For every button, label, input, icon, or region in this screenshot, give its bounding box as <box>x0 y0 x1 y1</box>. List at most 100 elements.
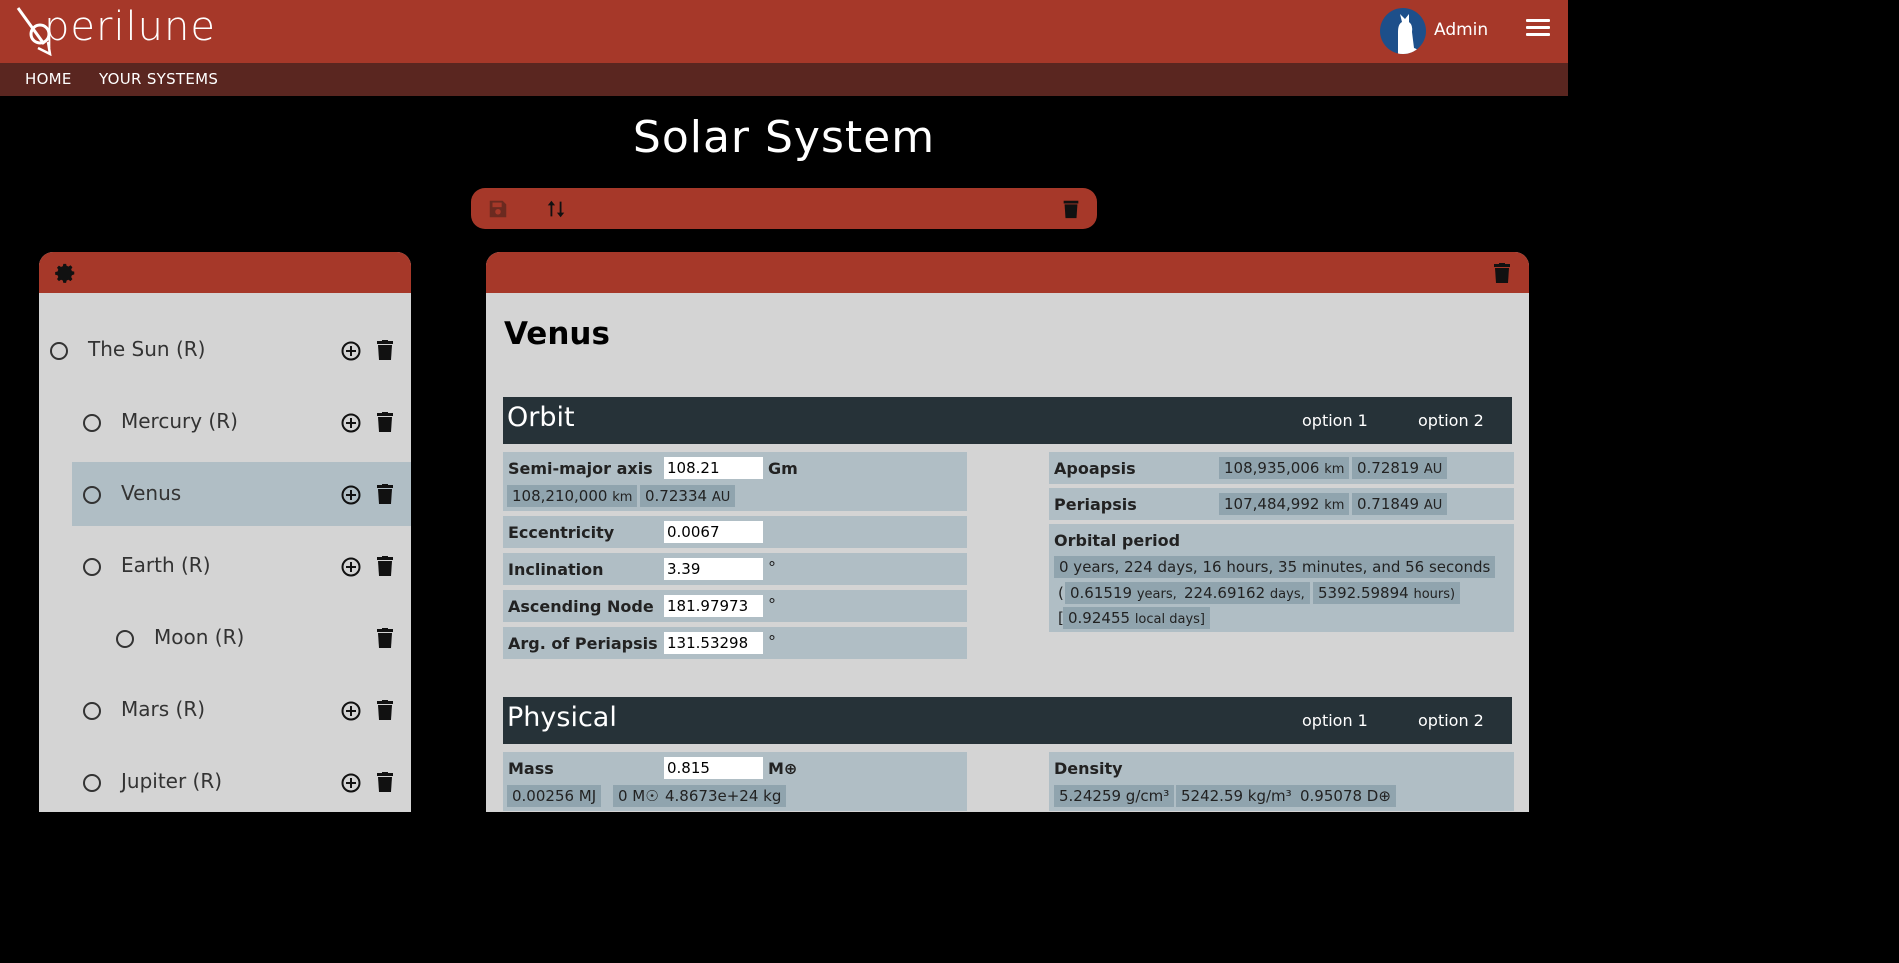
detail-panel-header <box>486 252 1529 293</box>
tree-panel-header <box>39 252 411 293</box>
value-chip: 0.72819 AU <box>1352 457 1448 479</box>
add-child-icon[interactable] <box>341 341 361 361</box>
tree-item-moon[interactable]: Moon (R) <box>39 606 411 670</box>
period-full-chip: 0 years, 224 days, 16 hours, 35 minutes,… <box>1054 556 1496 578</box>
radio-button[interactable] <box>116 630 134 648</box>
perilune-logo[interactable]: perilune <box>14 4 215 56</box>
radio-button[interactable] <box>50 342 68 360</box>
value-chip: 4.8673e+24 kg <box>660 785 787 807</box>
delete-system-icon[interactable] <box>1060 198 1082 220</box>
field-label: Density <box>1054 759 1123 778</box>
save-icon[interactable] <box>487 198 509 220</box>
logo-text: perilune <box>44 4 216 50</box>
page-title: Solar System <box>632 112 936 163</box>
tree-item-label[interactable]: Jupiter (R) <box>121 769 222 793</box>
value-chip: 0 M☉ <box>613 785 664 807</box>
physical-option-1[interactable]: option 1 <box>1302 711 1368 730</box>
paren-label: ( <box>1058 584 1064 602</box>
value-chip: 108,935,006 km <box>1219 457 1350 479</box>
radio-button[interactable] <box>83 486 101 504</box>
sub-nav: HOME YOUR SYSTEMS <box>0 63 1568 96</box>
body-title: Venus <box>504 316 610 352</box>
tree-item-label[interactable]: Venus <box>121 481 181 505</box>
field-label: Mass <box>508 759 554 778</box>
tree-item-sun[interactable]: The Sun (R) <box>39 318 411 382</box>
inclination-input[interactable] <box>664 558 763 580</box>
semi-major-axis-input[interactable] <box>664 457 763 479</box>
tree-item-label[interactable]: Moon (R) <box>154 625 244 649</box>
unit-label: ° <box>768 632 776 651</box>
add-child-icon[interactable] <box>341 413 361 433</box>
trash-icon[interactable] <box>377 412 393 432</box>
value-chip: 0.95078 D⊕ <box>1295 785 1396 807</box>
radio-button[interactable] <box>83 702 101 720</box>
add-child-icon[interactable] <box>341 773 361 793</box>
section-title: Physical <box>507 702 617 733</box>
ascending-node-field: Ascending Node ° <box>503 590 967 622</box>
tree-item-label[interactable]: The Sun (R) <box>88 337 205 361</box>
field-label: Orbital period <box>1054 531 1181 550</box>
field-label: Eccentricity <box>508 523 615 542</box>
add-child-icon[interactable] <box>341 701 361 721</box>
orbit-option-1[interactable]: option 1 <box>1302 411 1368 430</box>
trash-icon[interactable] <box>377 484 393 504</box>
mass-field: Mass M⊕ 0.00256 MJ 0 M☉ 4.8673e+24 kg <box>503 752 967 811</box>
tree-item-mercury[interactable]: Mercury (R) <box>39 390 411 454</box>
value-chip: 5.24259 g/cm³ <box>1054 785 1175 807</box>
delete-body-icon[interactable] <box>1494 263 1510 283</box>
body-tree-panel: The Sun (R) Mercury (R) Venus Earth (R) … <box>39 252 411 812</box>
field-label: Inclination <box>508 560 604 579</box>
trash-icon[interactable] <box>377 772 393 792</box>
value-chip: 107,484,992 km <box>1219 493 1350 515</box>
mass-input[interactable] <box>664 757 763 779</box>
tree-item-venus[interactable]: Venus <box>72 462 411 526</box>
field-label: Apoapsis <box>1054 459 1136 478</box>
tree-item-mars[interactable]: Mars (R) <box>39 678 411 742</box>
arg-periapsis-input[interactable] <box>664 632 763 654</box>
menu-icon[interactable] <box>1526 19 1550 43</box>
unit-label: M⊕ <box>768 759 798 778</box>
radio-button[interactable] <box>83 414 101 432</box>
unit-label: ° <box>768 558 776 577</box>
nav-home[interactable]: HOME <box>25 70 72 88</box>
periapsis-field: Periapsis 107,484,992 km 0.71849 AU <box>1049 488 1514 520</box>
orbital-period-field: Orbital period 0 years, 224 days, 16 hou… <box>1049 524 1514 632</box>
tree-item-label[interactable]: Earth (R) <box>121 553 211 577</box>
field-label: Semi-major axis <box>508 459 653 478</box>
section-title: Orbit <box>507 402 575 433</box>
user-name[interactable]: Admin <box>1434 20 1488 40</box>
top-bar: perilune Admin <box>0 0 1568 63</box>
physical-option-2[interactable]: option 2 <box>1418 711 1484 730</box>
body-detail-panel: Venus Orbit option 1 option 2 Semi-major… <box>486 252 1529 812</box>
avatar[interactable] <box>1380 8 1426 54</box>
tree-item-earth[interactable]: Earth (R) <box>39 534 411 598</box>
ascending-node-input[interactable] <box>664 595 763 617</box>
value-chip: 5392.59894 hours) <box>1313 582 1461 604</box>
radio-button[interactable] <box>83 774 101 792</box>
physical-section-header: Physical option 1 option 2 <box>503 697 1512 744</box>
eccentricity-field: Eccentricity <box>503 516 967 548</box>
semi-major-axis-field: Semi-major axis Gm 108,210,000 km 0.7233… <box>503 452 967 511</box>
inclination-field: Inclination ° <box>503 553 967 585</box>
orbit-option-2[interactable]: option 2 <box>1418 411 1484 430</box>
trash-icon[interactable] <box>377 556 393 576</box>
trash-icon[interactable] <box>377 340 393 360</box>
eccentricity-input[interactable] <box>664 521 763 543</box>
nav-your-systems[interactable]: YOUR SYSTEMS <box>99 70 218 88</box>
tree-item-label[interactable]: Mars (R) <box>121 697 205 721</box>
sort-icon[interactable] <box>545 198 567 220</box>
gear-icon[interactable] <box>55 262 77 284</box>
trash-icon[interactable] <box>377 700 393 720</box>
orbit-section-header: Orbit option 1 option 2 <box>503 397 1512 444</box>
trash-icon[interactable] <box>377 628 393 648</box>
field-label: Periapsis <box>1054 495 1137 514</box>
radio-button[interactable] <box>83 558 101 576</box>
add-child-icon[interactable] <box>341 557 361 577</box>
tree-item-label[interactable]: Mercury (R) <box>121 409 238 433</box>
field-label: Arg. of Periapsis <box>508 634 658 653</box>
value-chip: 108,210,000 km <box>507 485 638 507</box>
cat-avatar-icon <box>1398 14 1419 54</box>
value-chip: 0.00256 MJ <box>507 785 602 807</box>
tree-item-jupiter[interactable]: Jupiter (R) <box>39 750 411 812</box>
add-child-icon[interactable] <box>341 485 361 505</box>
